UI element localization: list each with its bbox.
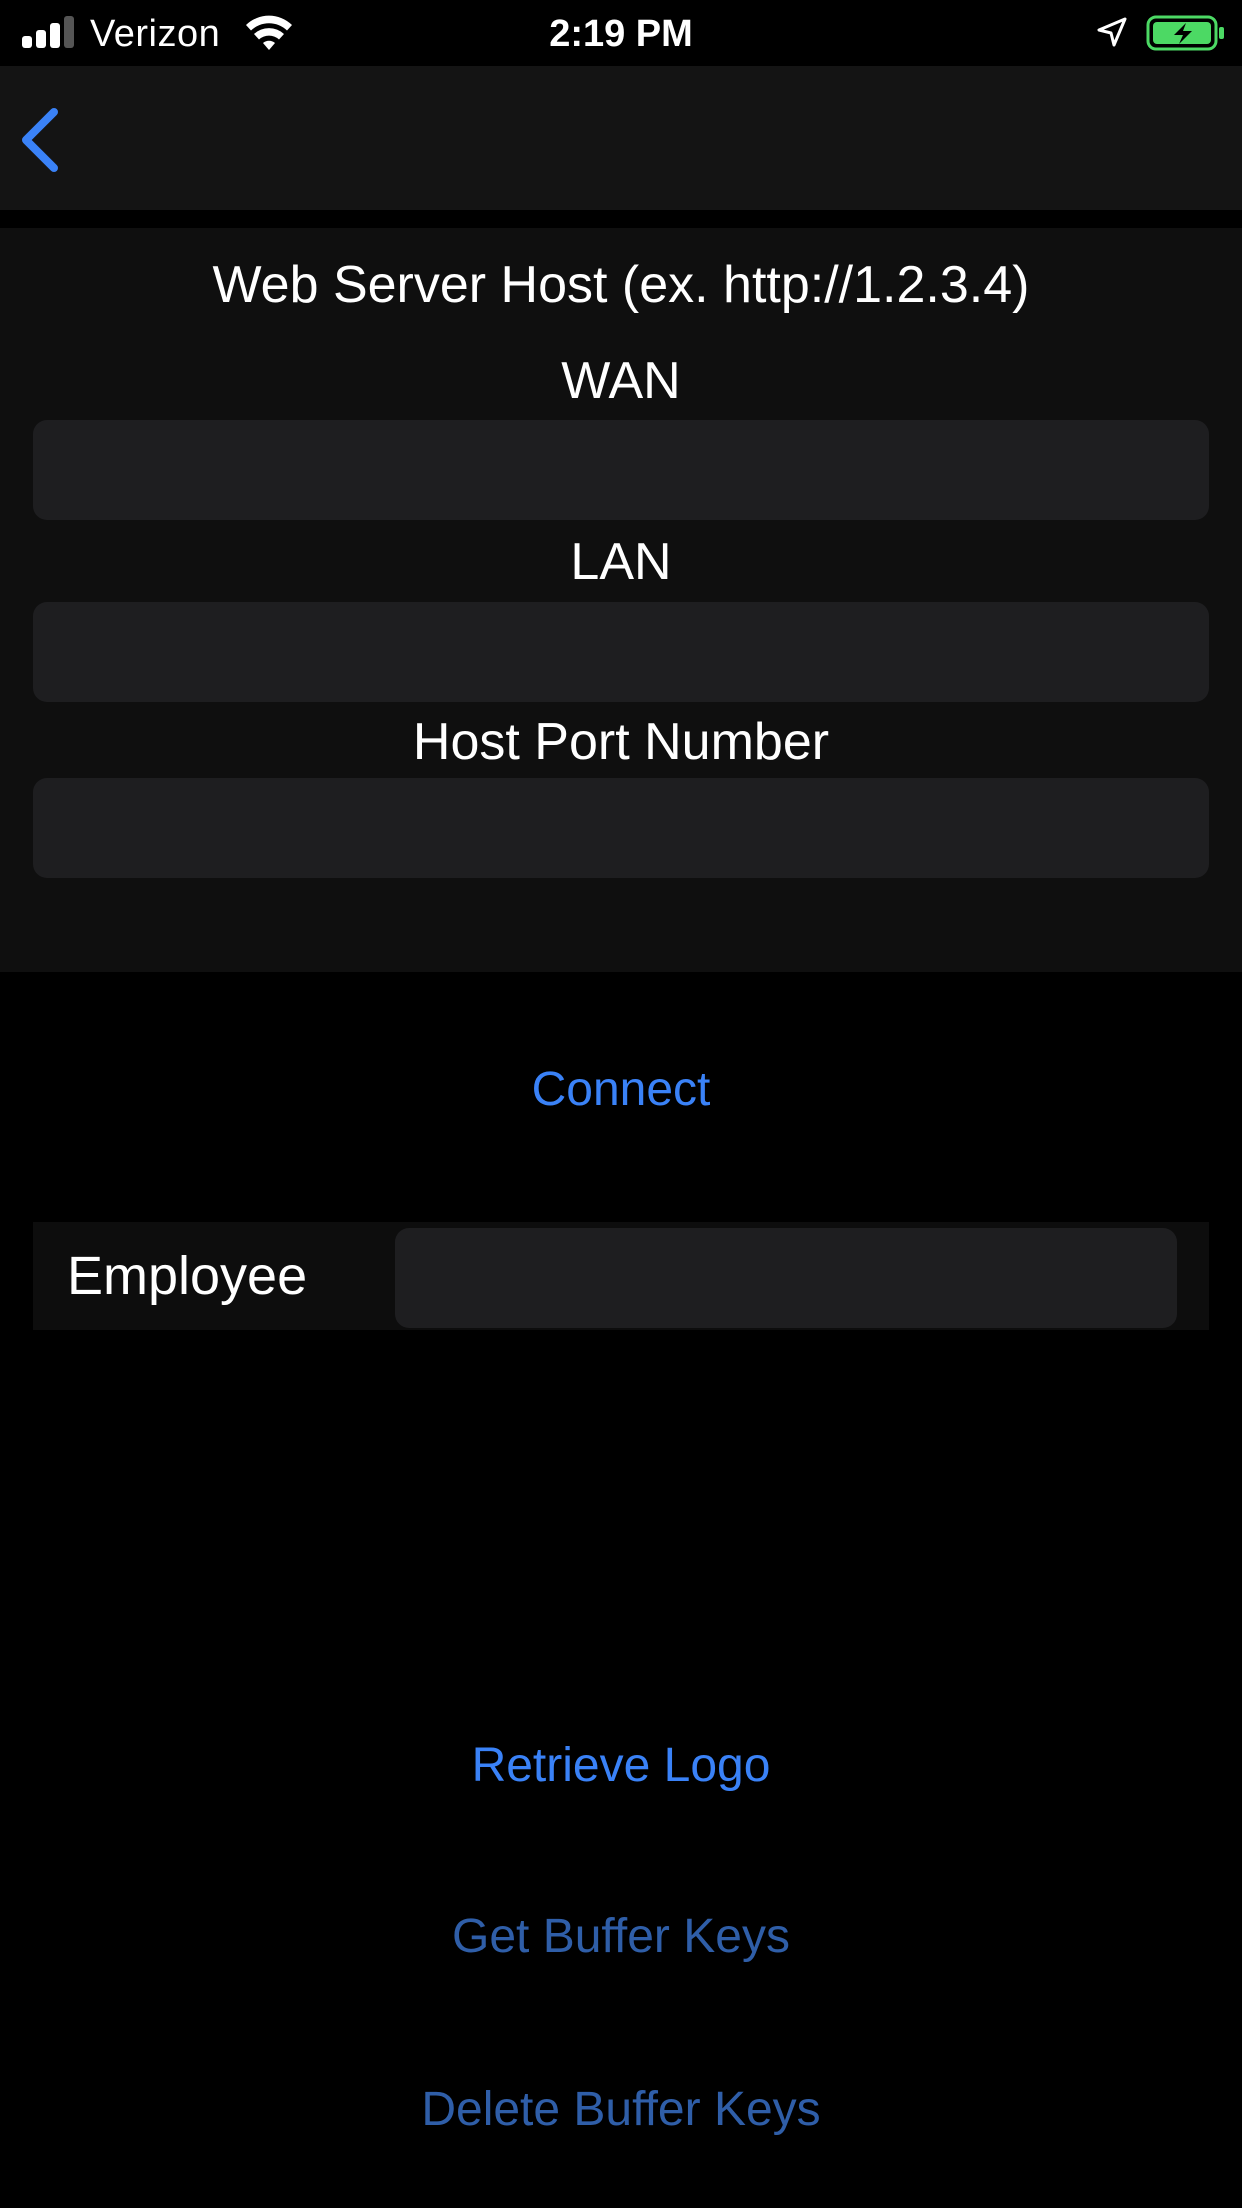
back-chevron-icon[interactable] (10, 104, 66, 176)
battery-charging-icon (1146, 15, 1224, 51)
host-port-input[interactable] (33, 778, 1209, 878)
employee-label: Employee (67, 1246, 308, 1306)
retrieve-logo-button[interactable]: Retrieve Logo (0, 1736, 1242, 1796)
host-settings-section: Web Server Host (ex. http://1.2.3.4) WAN… (0, 228, 1242, 972)
host-port-label: Host Port Number (412, 713, 830, 771)
employee-input[interactable] (395, 1228, 1177, 1328)
lan-label: LAN (570, 533, 672, 591)
wan-label: WAN (561, 352, 681, 410)
status-time: 2:19 PM (549, 13, 693, 55)
wan-input[interactable] (33, 420, 1209, 520)
connect-button[interactable]: Connect (0, 1060, 1242, 1120)
employee-row: Employee (33, 1222, 1209, 1330)
location-arrow-icon (1097, 17, 1127, 47)
status-bar: Verizon 2:19 PM (0, 0, 1242, 66)
web-server-host-title: Web Server Host (ex. http://1.2.3.4) (212, 256, 1030, 314)
delete-buffer-keys-button[interactable]: Delete Buffer Keys (0, 2080, 1242, 2140)
lan-input[interactable] (33, 602, 1209, 702)
get-buffer-keys-button[interactable]: Get Buffer Keys (0, 1907, 1242, 1967)
navigation-bar (0, 66, 1242, 210)
